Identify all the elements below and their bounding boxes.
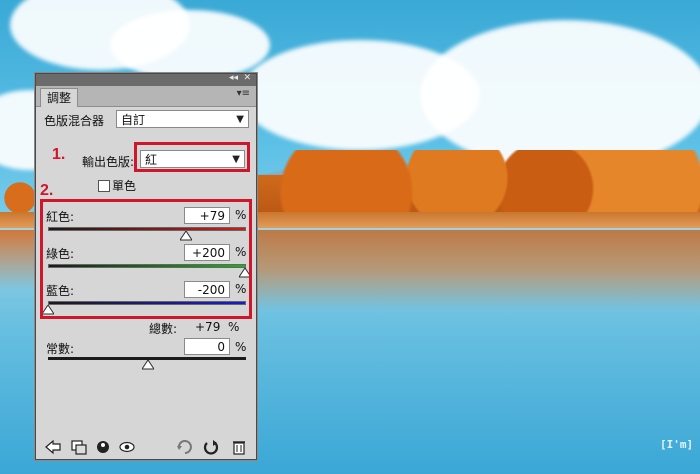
preset-select-value: 自訂: [121, 113, 146, 127]
total-value: +79: [195, 320, 221, 334]
clip-to-layer-icon[interactable]: [70, 439, 88, 455]
back-arrow-icon[interactable]: [44, 439, 62, 455]
tree-reflection: [258, 230, 700, 310]
cloud: [110, 10, 270, 80]
cloud: [420, 20, 700, 170]
reset-icon[interactable]: [202, 439, 220, 455]
toggle-layer-visibility-icon[interactable]: [94, 439, 112, 455]
output-channel-label: 輸出色版:: [82, 155, 135, 169]
panel-bottom-toolbar: [36, 433, 256, 459]
eye-icon[interactable]: [118, 439, 136, 455]
panel-menu-icon[interactable]: ▾≡: [237, 88, 250, 99]
collapse-icon[interactable]: ◂◂: [229, 73, 238, 83]
constant-slider-thumb[interactable]: [142, 360, 154, 370]
annotation-box-channel-sliders: [40, 199, 252, 319]
total-label: 總數:: [149, 322, 178, 336]
annotation-box-output-channel: [134, 142, 250, 172]
panel-titlebar[interactable]: ◂◂ ✕: [36, 73, 256, 86]
constant-input[interactable]: 0: [184, 338, 230, 355]
chevron-down-icon: ▼: [236, 114, 244, 125]
close-icon[interactable]: ✕: [243, 73, 251, 83]
monochrome-label: 單色: [112, 179, 137, 193]
annotation-step-1: 1.: [52, 146, 66, 163]
constant-label: 常數:: [46, 342, 75, 356]
constant-unit: %: [235, 340, 247, 354]
panel-tab-row: 調整 ▾≡: [36, 86, 256, 107]
tree-reflection-left: [0, 230, 40, 290]
tab-adjustments[interactable]: 調整: [40, 88, 78, 107]
preset-select[interactable]: 自訂 ▼: [116, 110, 249, 128]
annotation-step-2: 2.: [40, 182, 54, 199]
watermark-logo: [I'm]: [660, 438, 694, 451]
preset-label: 色版混合器: [44, 114, 105, 128]
trash-icon[interactable]: [230, 439, 248, 455]
total-unit: %: [228, 320, 240, 334]
monochrome-checkbox[interactable]: [98, 180, 110, 192]
view-previous-state-icon[interactable]: [176, 439, 194, 455]
orange-treeline: [258, 150, 700, 220]
